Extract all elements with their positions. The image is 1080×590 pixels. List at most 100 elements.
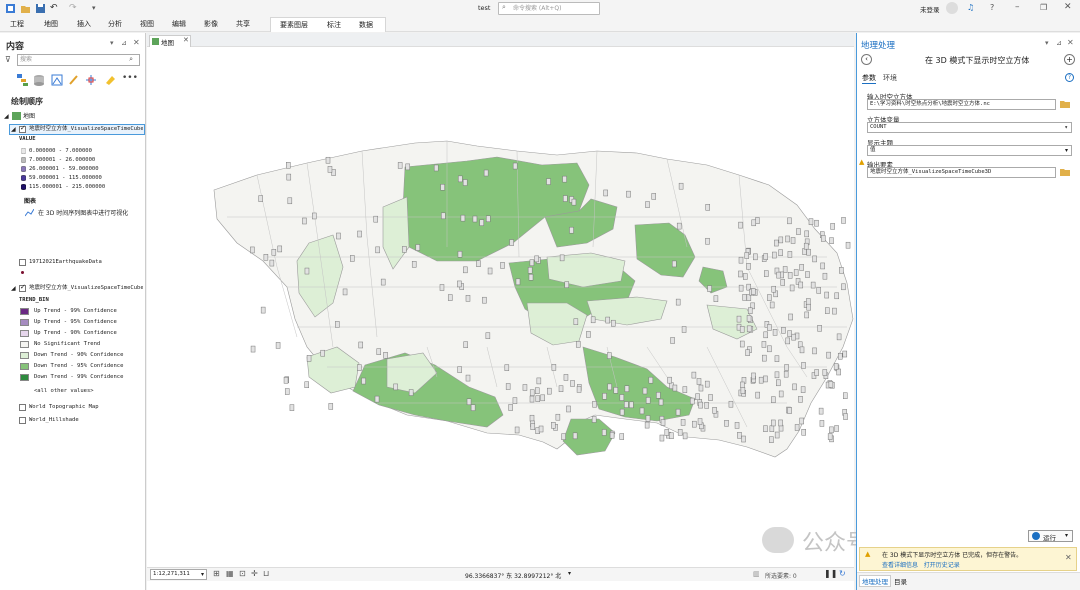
output-features-field[interactable]: 地震时空立方体_VisualizeSpaceTimeCube3D (867, 167, 1056, 178)
expand-layer1-icon[interactable]: ◢ (11, 125, 16, 134)
layer2-visibility-checkbox[interactable] (19, 259, 26, 266)
cube-column-symbol (697, 418, 703, 425)
close-icon[interactable]: ✕ (1064, 2, 1072, 12)
avatar[interactable] (946, 2, 958, 14)
cube-column-symbol (462, 179, 468, 186)
list-by-selection-icon[interactable] (51, 74, 63, 86)
pause-drawing-icon[interactable]: ❚❚ (824, 569, 837, 578)
list-by-drawing-order-icon[interactable] (17, 74, 29, 86)
map-tab[interactable]: 地图 ✕ (149, 35, 191, 47)
map-icon (12, 112, 21, 120)
filter-icon[interactable]: ⊽ (5, 55, 11, 64)
cube-column-symbol (767, 345, 772, 353)
tab-catalog[interactable]: 目录 (894, 576, 907, 586)
more-options-icon[interactable]: ••• (122, 73, 138, 83)
tab-share[interactable]: 共享 (236, 17, 250, 32)
table-icon[interactable]: ▦ (226, 569, 234, 578)
undo-icon[interactable]: ↶ (50, 3, 61, 14)
tab-parameters[interactable]: 参数 (862, 73, 876, 84)
contents-search-input[interactable]: 搜索 ⌕ (17, 54, 140, 66)
list-by-editing-icon[interactable] (68, 74, 80, 86)
coordinate-format-icon[interactable]: ▾ (568, 570, 571, 577)
grid-icon[interactable]: ⊞ (213, 569, 220, 578)
help-icon[interactable]: ? (1065, 73, 1074, 82)
cursor-icon[interactable]: ✛ (251, 569, 258, 578)
cube-column-symbol (667, 376, 672, 384)
input-cube-field[interactable]: E:\学习资料\时空热点分析\地震时空立方体.nc (867, 99, 1056, 110)
cube-column-symbol (787, 272, 793, 279)
close-pane-icon[interactable]: ✕ (1067, 38, 1074, 47)
layer4-visibility-checkbox[interactable] (19, 404, 26, 411)
cube-column-symbol (800, 386, 806, 393)
cube-column-symbol (676, 222, 682, 230)
tab-feature-layer[interactable]: 要素图层 (280, 18, 308, 33)
display-theme-select[interactable]: 值 ▾ (867, 145, 1072, 156)
layer5-visibility-checkbox[interactable] (19, 417, 26, 424)
list-by-labeling-icon[interactable] (104, 74, 116, 86)
cube-column-symbol (350, 255, 355, 262)
expand-layer3-icon[interactable]: ◢ (11, 284, 16, 293)
help-icon[interactable]: ? (990, 3, 994, 12)
class-symbol-1 (20, 147, 27, 155)
layer2-name[interactable]: 19712021EarthquakeData (29, 258, 102, 267)
status-links[interactable]: 查看详细信息 打开历史记录 (882, 560, 960, 569)
customize-chevron-icon[interactable]: ▾ (92, 3, 103, 14)
layer3-visibility-checkbox[interactable] (19, 283, 26, 292)
tab-edit[interactable]: 编辑 (172, 17, 186, 32)
minimize-icon[interactable]: – (1015, 2, 1020, 12)
back-arrow-icon[interactable]: ‹ (861, 54, 872, 65)
open-icon[interactable] (20, 3, 31, 14)
run-button[interactable]: 运行 ▾ (1028, 530, 1073, 542)
browse-folder-icon[interactable] (1060, 100, 1070, 108)
layer3-name[interactable]: 地震时空立方体_VisualizeSpaceTimeCube (29, 284, 143, 293)
layer5-name[interactable]: World_Hillshade (29, 416, 79, 425)
close-map-tab-icon[interactable]: ✕ (183, 36, 189, 44)
cube-column-symbol (380, 278, 386, 286)
tab-view[interactable]: 视图 (140, 17, 154, 32)
expand-map-icon[interactable]: ◢ (4, 112, 9, 121)
settings-icon[interactable]: ⊔ (263, 569, 269, 578)
pane-options-icon[interactable]: ▾ (1045, 39, 1049, 47)
new-project-icon[interactable] (5, 3, 16, 14)
layer4-name[interactable]: World Topographic Map (29, 403, 99, 412)
tab-labeling[interactable]: 标注 (327, 18, 341, 33)
tab-geoprocessing[interactable]: 地理处理 (859, 575, 891, 587)
notification-icon[interactable]: ♫ (967, 3, 974, 12)
cube-column-symbol (651, 193, 657, 200)
tab-map[interactable]: 地图 (44, 17, 58, 32)
tab-environments[interactable]: 环境 (883, 73, 897, 83)
layer1-name[interactable]: 地震时空立方体_VisualizeSpaceTimeCube (29, 125, 143, 134)
tab-analysis[interactable]: 分析 (108, 17, 122, 32)
dismiss-icon[interactable]: ✕ (1065, 553, 1072, 562)
cube-column-symbol (705, 237, 710, 245)
pin-icon[interactable]: ⊿ (121, 39, 127, 47)
cube-column-symbol (327, 166, 333, 173)
redo-icon[interactable]: ↷ (69, 3, 80, 14)
map-view[interactable]: 地图 ✕ 公众号 · 凌晨GIS (147, 33, 970, 590)
pane-options-icon[interactable]: ▾ (110, 39, 114, 47)
map-canvas[interactable] (147, 47, 854, 577)
save-icon[interactable] (35, 3, 46, 14)
cube-variable-select[interactable]: COUNT ▾ (867, 122, 1072, 133)
snapping-icon[interactable]: ⊡ (239, 569, 246, 578)
refresh-icon[interactable]: ↻ (839, 569, 846, 578)
tab-imagery[interactable]: 影像 (204, 17, 218, 32)
sign-in-status[interactable]: 未登录 (920, 4, 940, 14)
add-icon[interactable]: + (1064, 54, 1075, 65)
pin-icon[interactable]: ⊿ (1056, 39, 1062, 47)
list-by-data-source-icon[interactable] (33, 74, 45, 86)
list-by-snapping-icon[interactable] (85, 74, 97, 86)
chart-item[interactable]: 在 3D 时间序列图表中进行可视化 (38, 209, 142, 218)
scale-selector[interactable]: 1:12,271,311 ▾ (150, 569, 207, 580)
cube-column-symbol (728, 400, 734, 408)
tab-data[interactable]: 数据 (359, 18, 373, 33)
map-node-label[interactable]: 地图 (23, 112, 35, 121)
layer1-visibility-checkbox[interactable] (19, 124, 26, 133)
maximize-icon[interactable]: ❐ (1040, 3, 1047, 12)
tab-project[interactable]: 工程 (10, 17, 24, 32)
close-pane-icon[interactable]: ✕ (133, 38, 140, 47)
browse-folder-icon[interactable] (1060, 168, 1070, 176)
legend-up90: Up Trend - 90% Confidence (34, 330, 117, 336)
tab-insert[interactable]: 插入 (77, 17, 91, 32)
command-search-input[interactable]: ⌕ 命令搜索 (Alt+Q) (498, 2, 600, 15)
